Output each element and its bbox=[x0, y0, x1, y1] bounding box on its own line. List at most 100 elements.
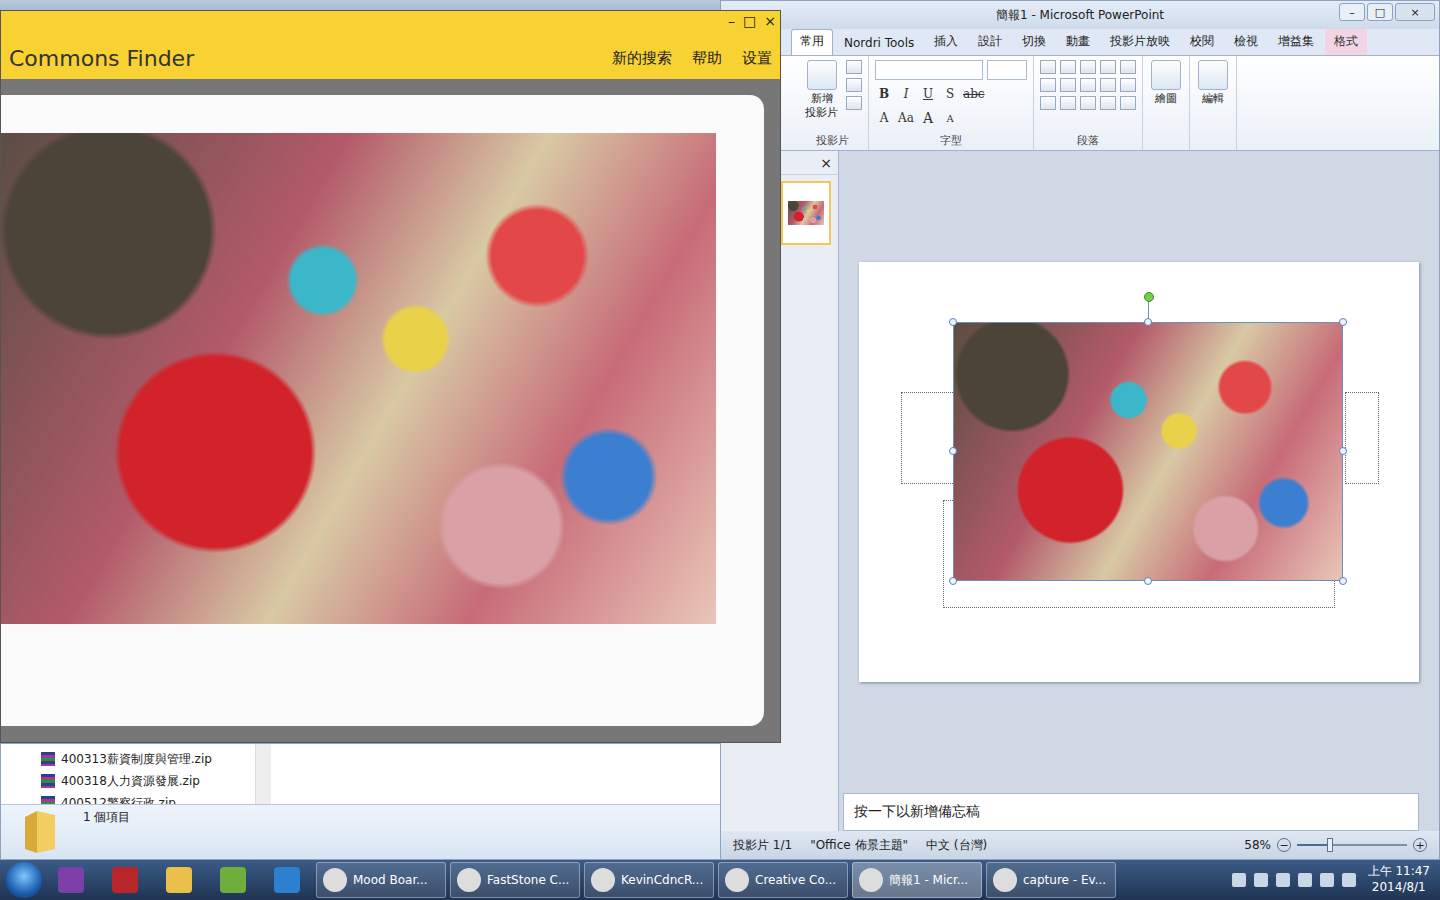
ribbon-tab[interactable]: 校閱 bbox=[1181, 29, 1223, 55]
ribbon-tab[interactable]: 檢視 bbox=[1225, 29, 1267, 55]
paragraph-button-icon[interactable] bbox=[1060, 78, 1076, 92]
resize-handle[interactable] bbox=[1339, 447, 1347, 455]
file-item[interactable]: 400512警察行政.zip bbox=[41, 792, 255, 804]
paragraph-button-icon[interactable] bbox=[1100, 96, 1116, 110]
pinned-app[interactable] bbox=[100, 862, 150, 898]
paragraph-button-icon[interactable] bbox=[1120, 78, 1136, 92]
minimize-button[interactable]: – bbox=[1339, 3, 1365, 21]
format-button[interactable]: B bbox=[875, 84, 893, 104]
slide-thumbnail[interactable] bbox=[781, 181, 831, 245]
zoom-out-button[interactable]: − bbox=[1277, 838, 1291, 852]
start-button-icon[interactable] bbox=[6, 862, 42, 898]
layout-icon[interactable] bbox=[846, 78, 862, 92]
paragraph-button-icon[interactable] bbox=[1040, 96, 1056, 110]
format-button[interactable]: A bbox=[941, 108, 959, 128]
file-item[interactable]: 400318人力資源發展.zip bbox=[41, 770, 255, 792]
pinned-app[interactable] bbox=[46, 862, 96, 898]
image-preview[interactable] bbox=[1, 133, 716, 624]
drawing-group: 繪圖 bbox=[1143, 56, 1190, 150]
menu-item[interactable]: 新的搜索 bbox=[612, 49, 672, 68]
format-button[interactable]: abc bbox=[963, 84, 985, 104]
ribbon-tab[interactable]: 常用 bbox=[791, 29, 833, 55]
taskbar-button[interactable]: capture - Ev... bbox=[986, 862, 1116, 898]
ribbon-tab[interactable]: 切換 bbox=[1013, 29, 1055, 55]
paragraph-button-icon[interactable] bbox=[1040, 60, 1056, 74]
font-name-field[interactable] bbox=[875, 60, 983, 80]
format-button[interactable]: U bbox=[919, 84, 937, 104]
tray-icon[interactable] bbox=[1342, 873, 1356, 887]
ribbon-tab[interactable]: Nordri Tools bbox=[835, 32, 923, 55]
tray-icon[interactable] bbox=[1320, 873, 1334, 887]
notes-pane[interactable]: 按一下以新增備忘稿 bbox=[843, 793, 1419, 831]
taskbar-button[interactable]: KevinCdncR... bbox=[584, 862, 714, 898]
taskbar-button[interactable]: 簡報1 - Micr... bbox=[852, 862, 982, 898]
resize-handle[interactable] bbox=[949, 447, 957, 455]
format-button[interactable]: A bbox=[919, 108, 937, 128]
menu-item[interactable]: 帮助 bbox=[692, 49, 722, 68]
maximize-button[interactable]: □ bbox=[1367, 3, 1393, 21]
zoom-slider[interactable] bbox=[1297, 844, 1407, 846]
pinned-app[interactable] bbox=[208, 862, 258, 898]
resize-handle[interactable] bbox=[1144, 577, 1152, 585]
tray-icon[interactable] bbox=[1232, 873, 1246, 887]
taskbar-button[interactable]: Creative Co... bbox=[718, 862, 848, 898]
pane-close-button[interactable]: × bbox=[820, 155, 832, 171]
ribbon-tab[interactable]: 設計 bbox=[969, 29, 1011, 55]
resize-handle[interactable] bbox=[1339, 318, 1347, 326]
format-button[interactable]: S bbox=[941, 84, 959, 104]
layout-icon[interactable] bbox=[846, 60, 862, 74]
zoom-thumb[interactable] bbox=[1327, 838, 1333, 852]
ribbon-tab[interactable]: 投影片放映 bbox=[1101, 29, 1179, 55]
format-button[interactable]: I bbox=[897, 84, 915, 104]
paragraph-button-icon[interactable] bbox=[1060, 60, 1076, 74]
taskbar-button[interactable]: Mood Boar... bbox=[316, 862, 446, 898]
paragraph-button-icon[interactable] bbox=[1080, 60, 1096, 74]
layout-icon[interactable] bbox=[846, 96, 862, 110]
maximize-button[interactable]: □ bbox=[743, 13, 756, 29]
minimize-button[interactable]: – bbox=[728, 13, 735, 29]
taskbar-button[interactable]: FastStone C... bbox=[450, 862, 580, 898]
editing-button[interactable]: 編輯 bbox=[1196, 60, 1230, 106]
menu-item[interactable]: 设置 bbox=[742, 49, 772, 68]
powerpoint-window: 簡報1 - Microsoft PowerPoint–□×常用Nordri To… bbox=[720, 0, 1440, 860]
resize-handle[interactable] bbox=[1339, 577, 1347, 585]
file-item[interactable]: 400313薪資制度與管理.zip bbox=[41, 748, 255, 770]
resize-handle[interactable] bbox=[949, 318, 957, 326]
tray-icon[interactable] bbox=[1276, 873, 1290, 887]
paragraph-button-icon[interactable] bbox=[1120, 96, 1136, 110]
tray-icon[interactable] bbox=[1254, 873, 1268, 887]
slide-picture[interactable] bbox=[953, 322, 1343, 581]
paragraph-button-icon[interactable] bbox=[1060, 96, 1076, 110]
commons-finder-window: Commons Finder新的搜索帮助设置–□× bbox=[0, 10, 781, 743]
font-size-field[interactable] bbox=[987, 60, 1027, 80]
paragraph-button-icon[interactable] bbox=[1080, 78, 1096, 92]
paragraph-button-icon[interactable] bbox=[1100, 60, 1116, 74]
rotate-handle[interactable] bbox=[1144, 292, 1154, 302]
drawing-button[interactable]: 繪圖 bbox=[1149, 60, 1183, 106]
close-button[interactable]: × bbox=[764, 13, 776, 29]
pinned-app[interactable] bbox=[154, 862, 204, 898]
ribbon-tab[interactable]: 格式 bbox=[1325, 29, 1367, 55]
format-button[interactable]: Aa bbox=[897, 108, 915, 128]
ribbon-tab[interactable]: 增益集 bbox=[1269, 29, 1323, 55]
ribbon-tab[interactable]: 動畫 bbox=[1057, 29, 1099, 55]
paragraph-button-icon[interactable] bbox=[1080, 96, 1096, 110]
image-card bbox=[1, 95, 764, 726]
format-button[interactable]: A bbox=[875, 108, 893, 128]
new-slide-button[interactable]: 新增投影片 bbox=[803, 60, 840, 121]
pinned-app[interactable] bbox=[262, 862, 312, 898]
resize-handle[interactable] bbox=[1144, 318, 1152, 326]
paragraph-button-icon[interactable] bbox=[1100, 78, 1116, 92]
clock[interactable]: 上午 11:472014/8/1 bbox=[1364, 864, 1434, 895]
editing-icon bbox=[1198, 60, 1228, 90]
resize-handle[interactable] bbox=[949, 577, 957, 585]
ribbon-tab[interactable]: 插入 bbox=[925, 29, 967, 55]
slide[interactable] bbox=[859, 262, 1419, 682]
tray-icon[interactable] bbox=[1298, 873, 1312, 887]
paragraph-group: 段落 bbox=[1034, 56, 1143, 150]
scrollbar[interactable] bbox=[255, 744, 271, 804]
close-button[interactable]: × bbox=[1395, 3, 1435, 21]
paragraph-button-icon[interactable] bbox=[1040, 78, 1056, 92]
paragraph-button-icon[interactable] bbox=[1120, 60, 1136, 74]
zoom-in-button[interactable]: + bbox=[1413, 838, 1427, 852]
